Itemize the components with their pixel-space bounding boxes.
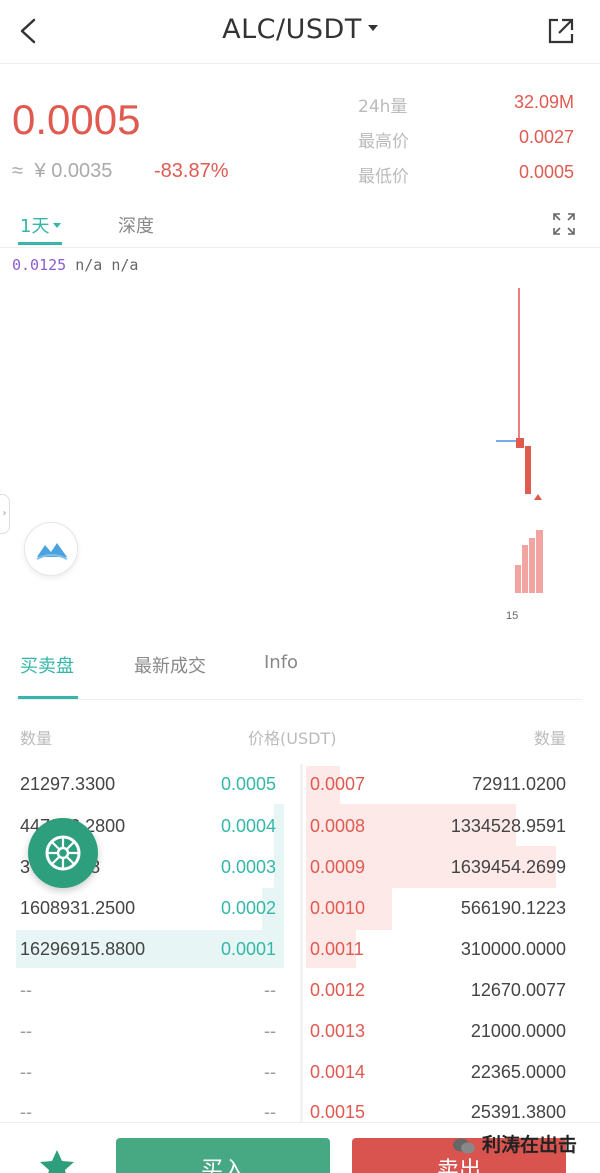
x-axis-label: 15 <box>506 610 518 622</box>
volume-bar <box>515 565 521 593</box>
candle <box>525 446 531 494</box>
volume-bar <box>522 545 528 593</box>
ask-price[interactable]: 0.0007 <box>310 774 365 795</box>
bid-qty: 21297.3300 <box>20 774 116 794</box>
pair-selector[interactable]: ALC/USDT <box>0 14 600 45</box>
book-column-divider <box>300 764 303 1124</box>
floating-assist-button[interactable] <box>28 818 98 888</box>
bid-qty: -- <box>20 1062 32 1082</box>
candle <box>534 494 542 500</box>
candle <box>516 438 524 448</box>
candlestick-chart[interactable]: 15 <box>0 250 600 630</box>
bid-price[interactable]: 0.0004 <box>221 816 276 837</box>
wechat-icon <box>453 1138 475 1153</box>
ask-qty: 566190.1223 <box>460 898 566 918</box>
ask-price[interactable]: 0.0008 <box>310 816 365 837</box>
bid-price[interactable]: 0.0002 <box>221 898 276 919</box>
tab-period-1d[interactable]: 1天 <box>20 212 62 238</box>
stat-label-low: 最低价 <box>358 167 409 187</box>
pair-title: ALC/USDT <box>222 14 362 45</box>
last-price: 0.0005 <box>12 96 141 143</box>
ask-price[interactable]: 0.0011 <box>310 939 364 960</box>
ask-price[interactable]: 0.0010 <box>310 898 365 919</box>
tab-depth[interactable]: 深度 <box>118 212 154 238</box>
divider <box>0 247 600 248</box>
ask-qty: 25391.3800 <box>470 1102 566 1122</box>
bid-price: -- <box>264 1062 276 1082</box>
volume-bar <box>536 530 543 593</box>
top-bar: ALC/USDT <box>0 0 600 64</box>
approx-symbol: ≈ <box>12 160 23 182</box>
bid-price[interactable]: 0.0005 <box>221 774 276 795</box>
ask-price[interactable]: 0.0009 <box>310 857 365 878</box>
header-ask-qty: 数量 <box>533 729 566 748</box>
bid-qty: 16296915.8800 <box>20 939 146 959</box>
buy-button[interactable]: 买入 <box>116 1138 330 1173</box>
tab-info[interactable]: Info <box>264 652 298 673</box>
active-tab-indicator <box>18 242 62 245</box>
bid-price[interactable]: 0.0003 <box>221 857 276 878</box>
bid-price: -- <box>264 1102 276 1122</box>
ask-price[interactable]: 0.0015 <box>310 1102 365 1123</box>
header-price: 价格(USDT) <box>248 729 337 748</box>
chevron-down-icon <box>367 24 378 31</box>
watermark-text: 利涛在出击 <box>482 1134 578 1156</box>
tab-latest-trades[interactable]: 最新成交 <box>134 652 206 678</box>
chevron-down-icon <box>53 222 62 228</box>
stat-label-high: 最高价 <box>358 132 409 152</box>
stat-value-24h-volume: 32.09M <box>513 92 574 112</box>
stat-value-low: 0.0005 <box>518 162 574 182</box>
ask-qty: 22365.0000 <box>470 1062 566 1082</box>
wheel-icon <box>45 835 81 871</box>
stat-value-high: 0.0027 <box>518 127 574 147</box>
approx-cny-value: ¥ 0.0035 <box>34 160 113 182</box>
tab-period-1d-label: 1天 <box>20 216 50 237</box>
ask-price[interactable]: 0.0013 <box>310 1021 365 1042</box>
bid-qty: -- <box>20 1021 32 1041</box>
divider <box>18 699 582 700</box>
ask-qty: 1334528.9591 <box>450 816 566 836</box>
bid-price: -- <box>264 980 276 1000</box>
ask-qty: 12670.0077 <box>470 980 566 1000</box>
ask-qty: 72911.0200 <box>472 774 566 794</box>
tab-order-book[interactable]: 买卖盘 <box>20 652 74 678</box>
ask-qty: 21000.0000 <box>470 1021 566 1041</box>
watermark: 利涛在出击 <box>452 1130 577 1157</box>
ask-qty: 1639454.2699 <box>450 857 566 877</box>
bid-price[interactable]: 0.0001 <box>221 939 276 960</box>
header-bid-qty: 数量 <box>20 729 53 748</box>
approx-cny-price: ≈ ¥ 0.0035 <box>12 160 112 183</box>
bid-price: -- <box>264 1021 276 1041</box>
favorite-star-icon[interactable] <box>36 1148 78 1173</box>
price-change-percent: -83.87% <box>154 160 229 182</box>
share-icon[interactable] <box>546 16 576 46</box>
ask-qty: 310000.0000 <box>460 939 566 959</box>
chart-style-button[interactable] <box>24 522 78 576</box>
stat-label-24h-volume: 24h量 <box>358 97 408 117</box>
ask-price[interactable]: 0.0012 <box>310 980 365 1001</box>
bid-qty: -- <box>20 1102 32 1122</box>
bid-qty: -- <box>20 980 32 1000</box>
bid-qty: 1608931.2500 <box>20 898 136 918</box>
fullscreen-icon[interactable] <box>552 212 576 236</box>
volume-bar <box>529 538 535 593</box>
side-panel-handle[interactable]: › <box>0 494 10 534</box>
ask-price[interactable]: 0.0014 <box>310 1062 365 1083</box>
mountain-chart-icon <box>36 543 68 560</box>
